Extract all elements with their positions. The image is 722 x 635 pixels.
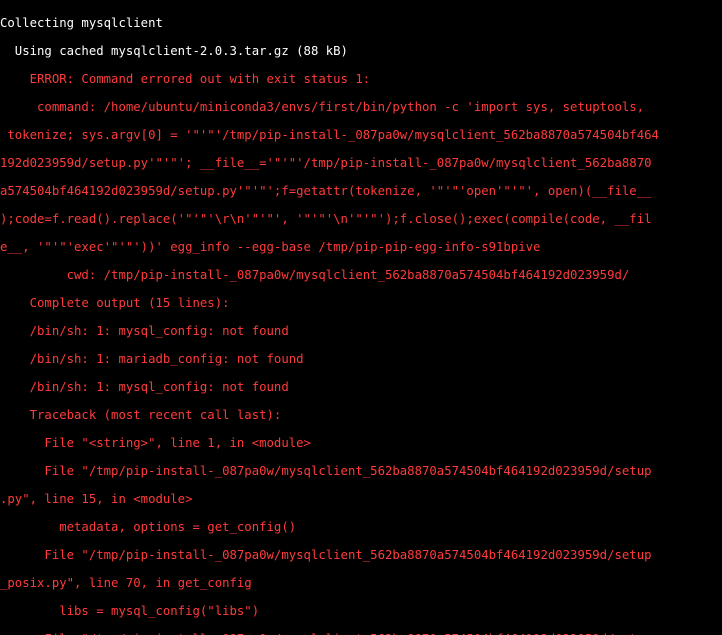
- error-line: /bin/sh: 1: mysql_config: not found: [0, 380, 722, 394]
- error-line: e__, '"'"'exec'"'"'))' egg_info --egg-ba…: [0, 240, 722, 254]
- error-line: /bin/sh: 1: mariadb_config: not found: [0, 352, 722, 366]
- error-line: tokenize; sys.argv[0] = '"'"'/tmp/pip-in…: [0, 128, 722, 142]
- log-line: Collecting mysqlclient: [0, 16, 722, 30]
- error-line: .py", line 15, in <module>: [0, 492, 722, 506]
- error-line: /bin/sh: 1: mysql_config: not found: [0, 324, 722, 338]
- error-line: File "/tmp/pip-install-_087pa0w/mysqlcli…: [0, 548, 722, 562]
- error-line: _posix.py", line 70, in get_config: [0, 576, 722, 590]
- error-line: ERROR: Command errored out with exit sta…: [0, 72, 722, 86]
- error-line: metadata, options = get_config(): [0, 520, 722, 534]
- error-line: File "<string>", line 1, in <module>: [0, 436, 722, 450]
- log-line: Using cached mysqlclient-2.0.3.tar.gz (8…: [0, 44, 722, 58]
- error-line: File "/tmp/pip-install-_087pa0w/mysqlcli…: [0, 464, 722, 478]
- error-line: );code=f.read().replace('"'"'\r\n'"'"', …: [0, 212, 722, 226]
- error-line: cwd: /tmp/pip-install-_087pa0w/mysqlclie…: [0, 268, 722, 282]
- error-line: Traceback (most recent call last):: [0, 408, 722, 422]
- error-line: a574504bf464192d023959d/setup.py'"'"';f=…: [0, 184, 722, 198]
- error-line: Complete output (15 lines):: [0, 296, 722, 310]
- error-line: libs = mysql_config("libs"): [0, 604, 722, 618]
- terminal-output: Collecting mysqlclient Using cached mysq…: [0, 0, 722, 635]
- error-line: 192d023959d/setup.py'"'"'; __file__='"'"…: [0, 156, 722, 170]
- error-line: command: /home/ubuntu/miniconda3/envs/fi…: [0, 100, 722, 114]
